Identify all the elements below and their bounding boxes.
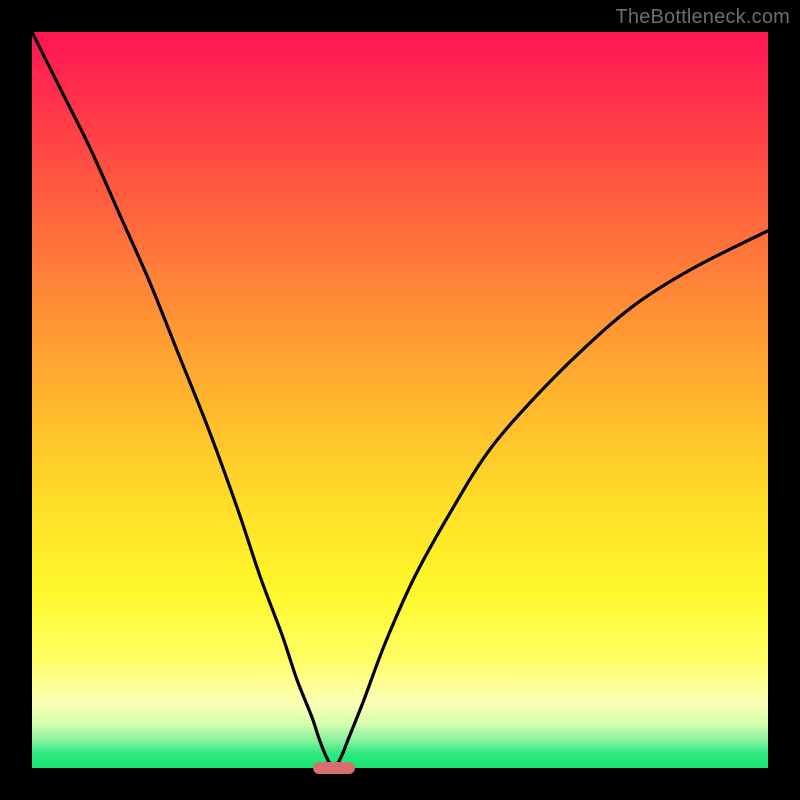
chart-frame: TheBottleneck.com [0,0,800,800]
watermark-text: TheBottleneck.com [615,6,790,29]
bottleneck-curve [32,32,768,768]
plot-area [32,32,768,768]
optimal-marker [313,762,355,774]
curve-svg [32,32,768,768]
